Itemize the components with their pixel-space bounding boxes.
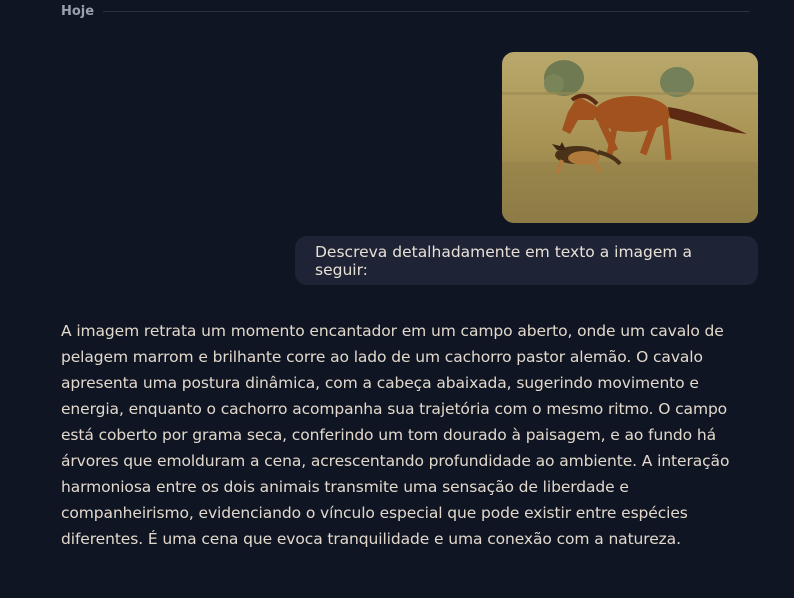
attached-image[interactable] <box>502 52 758 223</box>
user-message-bubble: Descreva detalhadamente em texto a image… <box>295 236 758 285</box>
user-message-text: Descreva detalhadamente em texto a image… <box>315 242 692 279</box>
assistant-message: A imagem retrata um momento encantador e… <box>61 322 730 548</box>
divider-line <box>103 10 750 12</box>
horse-dog-photo <box>502 52 758 223</box>
date-divider: Hoje <box>61 2 750 20</box>
date-label: Hoje <box>61 3 95 19</box>
